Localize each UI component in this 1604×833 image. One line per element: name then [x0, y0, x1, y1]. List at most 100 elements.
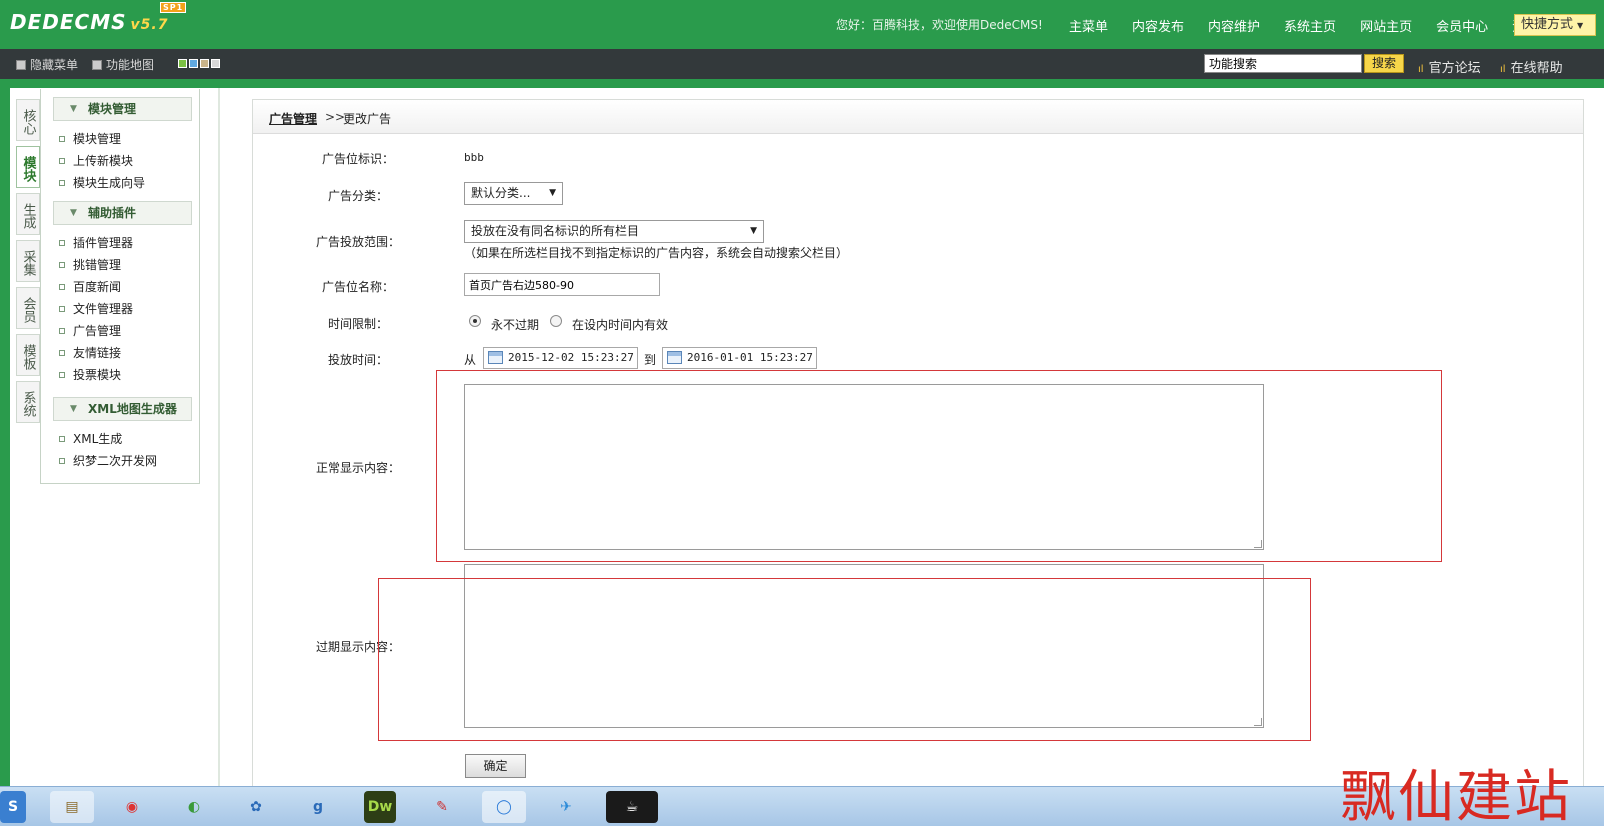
function-map-label: 功能地图 — [106, 58, 155, 72]
submit-button[interactable]: 确定 — [465, 754, 526, 778]
signal-icon: ıl — [1418, 64, 1424, 75]
theme-swatches — [178, 59, 220, 68]
theme-swatch-tan[interactable] — [200, 59, 209, 68]
theme-swatch-gray[interactable] — [211, 59, 220, 68]
ad-name-input[interactable] — [464, 273, 660, 296]
sidebar-item-module-management[interactable]: 模块管理 — [59, 130, 121, 147]
messenger-icon[interactable]: ✈ — [544, 791, 588, 823]
nav-site-home[interactable]: 网站主页 — [1360, 16, 1412, 35]
tab-collect[interactable]: 采集 — [16, 240, 40, 282]
official-forum-link[interactable]: ıl 官方论坛 — [1418, 57, 1481, 76]
tab-core[interactable]: 核心 — [16, 99, 40, 141]
notepad-icon[interactable]: ✎ — [420, 791, 464, 823]
scope-hint: （如果在所选栏目找不到指定标识的广告内容，系统会自动搜索父栏目） — [464, 246, 849, 260]
sidebar-item-dev-network[interactable]: 织梦二次开发网 — [59, 452, 157, 469]
qq-browser-icon[interactable]: ◯ — [482, 791, 526, 823]
radio-never-expire[interactable] — [469, 315, 481, 327]
sidebar-item-friend-links[interactable]: 友情链接 — [59, 344, 121, 361]
app-icon[interactable]: ✿ — [234, 791, 278, 823]
dreamweaver-icon[interactable]: Dw — [364, 791, 396, 823]
quick-menu-button[interactable]: 快捷方式 ▼ — [1514, 14, 1596, 36]
online-help-link[interactable]: ıl 在线帮助 — [1500, 57, 1563, 76]
category-label: 广告分类： — [328, 189, 389, 203]
nav-system-home[interactable]: 系统主页 — [1284, 16, 1336, 35]
browser-icon[interactable]: ◐ — [172, 791, 216, 823]
highlight-box-normal — [436, 370, 1442, 562]
sidebar-item-label: XML生成 — [73, 432, 123, 446]
chrome-icon[interactable]: ◉ — [110, 791, 154, 823]
sidebar-item-label: 文件管理器 — [73, 302, 134, 316]
calendar-icon[interactable] — [488, 351, 503, 364]
theme-swatch-blue[interactable] — [189, 59, 198, 68]
function-search-input[interactable] — [1204, 54, 1362, 73]
scope-label: 广告投放范围： — [316, 235, 401, 249]
chevron-down-icon: ▼ — [1577, 21, 1584, 30]
never-expire-label: 永不过期 — [491, 318, 540, 332]
end-date-input[interactable]: 2016-01-01 15:23:27 — [662, 347, 817, 369]
nav-content-maintain[interactable]: 内容维护 — [1208, 16, 1260, 35]
bullet-icon — [59, 180, 65, 186]
tab-generate[interactable]: 生成 — [16, 193, 40, 235]
media-icon[interactable]: ☕ — [606, 791, 658, 823]
bullet-icon — [59, 328, 65, 334]
nav-member-center[interactable]: 会员中心 — [1436, 16, 1488, 35]
bullet-icon — [59, 240, 65, 246]
sp-badge: SP1 — [160, 2, 187, 13]
sidebar-item-label: 模块管理 — [73, 132, 122, 146]
breadcrumb: 广告管理 >> 更改广告 — [253, 100, 1583, 134]
tab-template[interactable]: 模板 — [16, 334, 40, 376]
bullet-icon — [59, 436, 65, 442]
normal-content-label: 正常显示内容： — [316, 461, 401, 475]
top-header: DEDECMS v5.7 SP1 您好：百腾科技，欢迎使用DedeCMS! 主菜单… — [0, 0, 1604, 49]
nav-main-menu[interactable]: 主菜单 — [1069, 16, 1108, 35]
hide-menu-label: 隐藏菜单 — [30, 58, 79, 72]
dedecms-logo[interactable]: DEDECMS v5.7 SP1 — [10, 2, 187, 34]
sidebar-item-plugin-manager[interactable]: 插件管理器 — [59, 234, 133, 251]
section-title: XML地图生成器 — [88, 402, 177, 416]
start-orb-icon[interactable]: S — [0, 791, 26, 823]
input-method-icon[interactable]: g — [296, 791, 340, 823]
sidebar-item-error-report[interactable]: 挑错管理 — [59, 256, 121, 273]
function-map-link[interactable]: 功能地图 — [92, 56, 154, 73]
start-date-input[interactable]: 2015-12-02 15:23:27 — [483, 347, 638, 369]
end-date-value: 2016-01-01 15:23:27 — [687, 351, 813, 364]
logo-text: DEDECMS — [10, 10, 127, 34]
sidebar-item-xml-generate[interactable]: XML生成 — [59, 430, 122, 447]
bullet-icon — [59, 458, 65, 464]
search-button[interactable]: 搜索 — [1364, 54, 1404, 73]
file-explorer-icon[interactable]: ▤ — [50, 791, 94, 823]
chevron-down-icon: ▼ — [70, 104, 77, 114]
sidebar-item-module-wizard[interactable]: 模块生成向导 — [59, 174, 145, 191]
section-title: 模块管理 — [88, 102, 137, 116]
to-label: 到 — [644, 353, 657, 367]
nav-content-publish[interactable]: 内容发布 — [1132, 16, 1184, 35]
scope-select[interactable]: 投放在没有同名标识的所有栏目 ▼ — [464, 220, 764, 243]
section-xml-sitemap[interactable]: ▼ XML地图生成器 — [53, 397, 192, 421]
category-select[interactable]: 默认分类... ▼ — [464, 182, 563, 205]
section-module-management[interactable]: ▼ 模块管理 — [53, 97, 192, 121]
vertical-tabs: 核心 模块 生成 采集 会员 模板 系统 — [16, 99, 40, 428]
sidebar-item-file-manager[interactable]: 文件管理器 — [59, 300, 133, 317]
breadcrumb-ad-management[interactable]: 广告管理 — [269, 110, 317, 127]
bullet-icon — [59, 284, 65, 290]
chevron-down-icon: ▼ — [750, 226, 757, 236]
section-title: 辅助插件 — [88, 206, 137, 220]
tab-member[interactable]: 会员 — [16, 287, 40, 329]
sidebar-item-vote-module[interactable]: 投票模块 — [59, 366, 121, 383]
time-limited-label: 在设内时间内有效 — [572, 318, 669, 332]
forum-label: 官方论坛 — [1428, 61, 1481, 76]
logo-version: v5.7 — [130, 17, 169, 33]
calendar-icon[interactable] — [667, 351, 682, 364]
theme-swatch-green[interactable] — [178, 59, 187, 68]
tab-system[interactable]: 系统 — [16, 381, 40, 423]
hide-menu-link[interactable]: 隐藏菜单 — [16, 56, 78, 73]
sidebar-item-upload-module[interactable]: 上传新模块 — [59, 152, 133, 169]
tab-module[interactable]: 模块 — [16, 146, 40, 188]
green-band — [0, 79, 1604, 88]
sidebar-menu: ▼ 模块管理 模块管理 上传新模块 模块生成向导 ▼ 辅助插件 插件管理器 挑错管理… — [40, 89, 200, 484]
sidebar-item-ad-management[interactable]: 广告管理 — [59, 322, 121, 339]
radio-time-limited[interactable] — [550, 315, 562, 327]
section-plugins[interactable]: ▼ 辅助插件 — [53, 201, 192, 225]
from-label: 从 — [464, 353, 477, 367]
sidebar-item-baidu-news[interactable]: 百度新闻 — [59, 278, 121, 295]
